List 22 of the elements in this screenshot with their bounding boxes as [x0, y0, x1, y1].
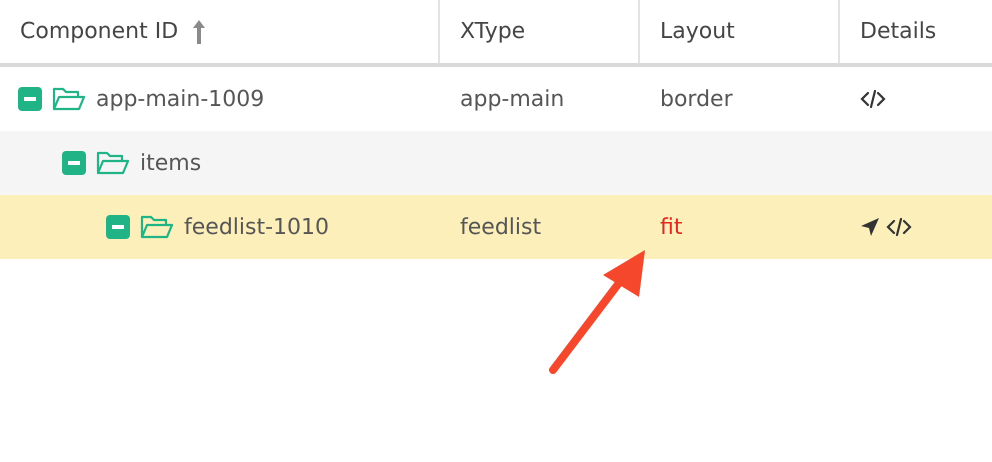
navigation-arrow-icon[interactable]: [860, 217, 880, 237]
collapse-toggle[interactable]: [106, 215, 130, 239]
collapse-toggle[interactable]: [18, 87, 42, 111]
component-id: items: [140, 150, 202, 176]
column-header[interactable]: XType: [440, 0, 640, 63]
layout-text: fit: [659, 214, 684, 240]
column-header[interactable]: Component ID: [0, 0, 440, 63]
column-header[interactable]: Details: [840, 0, 992, 63]
component-id: app-main-1009: [96, 86, 264, 112]
code-icon[interactable]: [860, 89, 886, 109]
collapse-toggle[interactable]: [62, 151, 86, 175]
folder-icon: [140, 214, 174, 240]
xtype-text: feedlist: [459, 214, 542, 240]
tree-row[interactable]: items: [0, 131, 992, 195]
column-header[interactable]: Layout: [640, 0, 840, 63]
folder-icon: [52, 86, 86, 112]
code-icon[interactable]: [886, 217, 912, 237]
layout-text: border: [659, 86, 734, 112]
folder-icon: [96, 150, 130, 176]
xtype-text: app-main: [459, 86, 566, 112]
component-id: feedlist-1010: [184, 214, 330, 240]
tree-row[interactable]: feedlist-1010 feedlist fit: [0, 195, 992, 259]
